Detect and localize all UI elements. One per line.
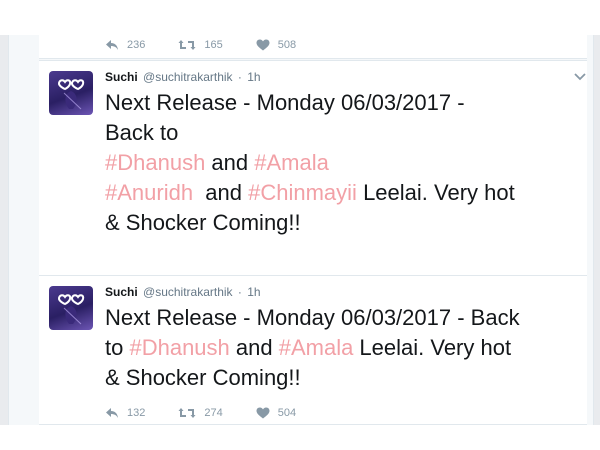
like-button[interactable]: 504 <box>256 406 296 420</box>
like-icon <box>256 39 270 51</box>
reply-count: 132 <box>127 407 146 419</box>
reply-button[interactable]: 132 <box>105 406 145 420</box>
retweet-icon <box>178 408 196 418</box>
bottom-margin <box>0 425 600 450</box>
like-icon <box>256 407 270 419</box>
display-name[interactable]: Suchi <box>105 285 138 299</box>
reply-icon <box>106 40 118 50</box>
tweet-line: Next Release - Monday 06/03/2017 - <box>105 90 465 115</box>
user-handle[interactable]: @suchitrakarthik <box>143 70 233 84</box>
retweet-button[interactable]: 165 <box>178 38 223 52</box>
tweet-line: #Dhanush and #Amala <box>105 148 583 178</box>
text-fragment: Leelai. Very hot <box>356 180 515 205</box>
avatar[interactable] <box>49 286 93 330</box>
like-button[interactable]: 508 <box>256 38 296 52</box>
like-count: 508 <box>277 39 297 51</box>
avatar[interactable] <box>49 71 93 115</box>
retweet-count: 274 <box>204 407 223 419</box>
retweet-button[interactable]: 274 <box>178 406 223 420</box>
tweet[interactable]: Suchi @suchitrakarthik · 1h Next Release… <box>39 275 587 425</box>
tweet-timeline: 236 165 508 Suchi @suchitrakarthik · 1h … <box>8 35 594 425</box>
tweet-header: Suchi @suchitrakarthik · 1h <box>105 285 261 299</box>
left-margin <box>0 35 8 425</box>
avatar-heart-glasses <box>57 79 85 110</box>
text-fragment: and <box>205 150 255 175</box>
hashtag-link[interactable]: #Anuridh <box>105 180 193 205</box>
text-fragment: to <box>105 335 130 360</box>
tweet-line: to #Dhanush and #Amala Leelai. Very hot <box>105 333 583 363</box>
separator: · <box>237 285 242 299</box>
tweet-actions: 236 165 508 <box>105 38 329 52</box>
text-fragment: and <box>229 335 279 360</box>
chevron-down-icon[interactable] <box>573 69 587 83</box>
timestamp[interactable]: 1h <box>247 285 260 299</box>
reply-icon <box>106 408 118 418</box>
display-name[interactable]: Suchi <box>105 70 138 84</box>
previous-tweet: 236 165 508 <box>39 35 587 59</box>
user-handle[interactable]: @suchitrakarthik <box>143 285 233 299</box>
tweet-header: Suchi @suchitrakarthik · 1h <box>105 70 261 84</box>
reply-button[interactable]: 236 <box>105 38 145 52</box>
right-margin <box>594 35 600 425</box>
hashtag-link[interactable]: #Dhanush <box>129 335 229 360</box>
retweet-count: 165 <box>204 39 223 51</box>
tweet-text: Next Release - Monday 06/03/2017 - Back … <box>105 88 583 238</box>
tweet-line: & Shocker Coming!! <box>105 365 301 390</box>
tweet-actions: 132 274 504 <box>105 406 329 420</box>
tweet-line: & Shocker Coming!! <box>105 210 301 235</box>
hashtag-link[interactable]: #Dhanush <box>105 150 205 175</box>
hashtag-link[interactable]: #Chinmayii <box>248 180 357 205</box>
timestamp[interactable]: 1h <box>247 70 260 84</box>
tweet-text: Next Release - Monday 06/03/2017 - Back … <box>105 303 583 393</box>
avatar-heart-glasses <box>57 294 85 325</box>
tweet-line: Back to <box>105 120 179 145</box>
hashtag-link[interactable]: #Amala <box>254 150 329 175</box>
separator: · <box>237 70 242 84</box>
tweet-line: #Anuridh and #Chinmayii Leelai. Very hot <box>105 178 583 208</box>
tweet[interactable]: Suchi @suchitrakarthik · 1h Next Release… <box>39 60 587 300</box>
tweet-line: Next Release - Monday 06/03/2017 - Back <box>105 305 520 330</box>
text-fragment: and <box>193 180 249 205</box>
hashtag-link[interactable]: #Amala <box>279 335 354 360</box>
text-fragment: Leelai. Very hot <box>353 335 512 360</box>
screenshot-frame: 236 165 508 Suchi @suchitrakarthik · 1h … <box>0 0 600 450</box>
retweet-icon <box>178 40 196 50</box>
reply-count: 236 <box>127 39 146 51</box>
like-count: 504 <box>277 407 297 419</box>
